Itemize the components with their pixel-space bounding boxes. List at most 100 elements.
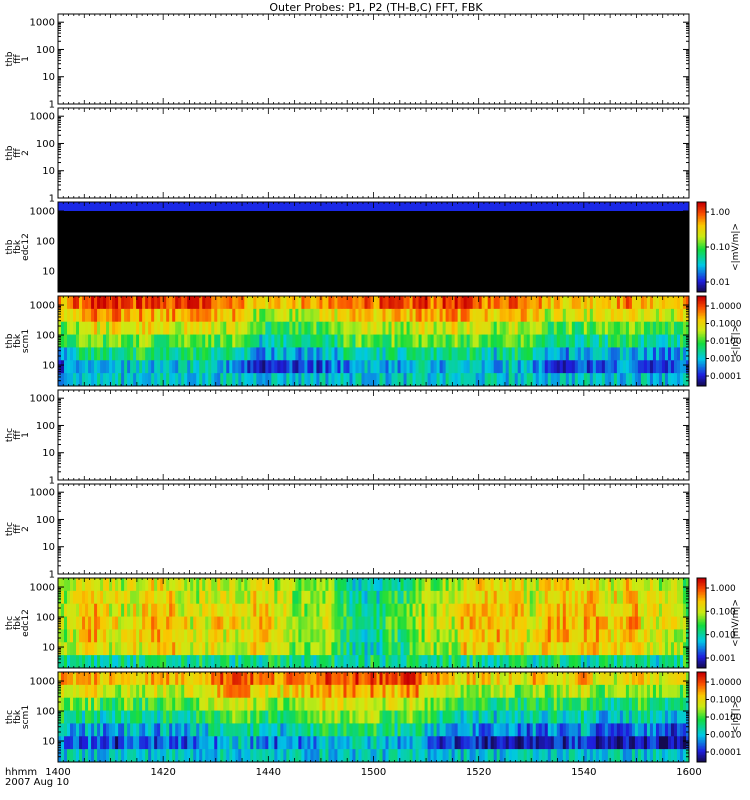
spectrogram-cell xyxy=(82,629,86,643)
spectrogram-cell xyxy=(70,616,74,630)
spectrogram-cell xyxy=(85,578,89,592)
spectrogram-cell xyxy=(64,334,68,348)
spectrogram-cell xyxy=(232,321,236,335)
spectrogram-cell xyxy=(559,308,564,323)
spectrogram-cell xyxy=(445,590,450,605)
spectrogram-cell xyxy=(343,373,347,387)
spectrogram-cell xyxy=(202,590,206,605)
spectrogram-cell xyxy=(169,616,173,630)
spectrogram-cell xyxy=(259,334,263,348)
spectrogram-cell xyxy=(364,296,368,310)
spectrogram-cell xyxy=(235,616,239,630)
spectrogram-cell xyxy=(331,578,335,592)
spectrogram-cell xyxy=(61,616,65,630)
spectrogram-cell xyxy=(223,616,227,630)
spectrogram-cell xyxy=(259,578,263,592)
spectrogram-cell xyxy=(367,347,371,361)
spectrogram-cell xyxy=(655,308,660,323)
spectrogram-cell xyxy=(142,655,146,669)
spectrogram-cell xyxy=(574,578,579,592)
panel-frame xyxy=(57,107,690,199)
spectrogram-cell xyxy=(421,360,425,374)
spectrogram-cell xyxy=(94,347,98,361)
spectrogram-cell xyxy=(127,603,131,617)
spectrogram-cell xyxy=(94,642,98,656)
spectrogram-cell xyxy=(133,655,137,669)
spectrogram-cell xyxy=(463,616,468,630)
spectrogram-cell xyxy=(202,334,206,348)
spectrogram-cell xyxy=(199,590,203,605)
spectrogram-cell xyxy=(610,590,615,605)
spectrogram-cell xyxy=(619,360,624,374)
spectrogram-cell xyxy=(523,321,528,335)
spectrogram-cell xyxy=(205,655,209,669)
spectrogram-cell xyxy=(127,296,131,310)
spectrogram-cell xyxy=(346,308,350,323)
spectrogram-cell xyxy=(478,296,483,310)
spectrogram-cell xyxy=(562,347,567,361)
spectrogram-cell xyxy=(520,360,525,374)
spectrogram-cell xyxy=(499,642,504,656)
spectrogram-cell xyxy=(499,334,504,348)
spectrogram-cell xyxy=(430,629,434,643)
y-tick-label: 10 xyxy=(42,643,55,654)
spectrogram-cell xyxy=(559,334,564,348)
spectrogram-cell xyxy=(592,603,597,617)
spectrogram-cell xyxy=(217,373,221,387)
spectrogram-cell xyxy=(433,347,437,361)
spectrogram-cell xyxy=(544,642,549,656)
spectrogram-cell xyxy=(163,334,167,348)
spectrogram-cell xyxy=(397,629,401,643)
spectrogram-cell xyxy=(223,334,227,348)
spectrogram-cell xyxy=(214,334,218,348)
spectrogram-cell xyxy=(259,590,263,605)
spectrogram-cell xyxy=(559,360,564,374)
spectrogram-cell xyxy=(361,629,365,643)
spectrogram-cell xyxy=(655,629,660,643)
spectrogram-cell xyxy=(616,308,621,323)
spectrogram-cell xyxy=(172,603,176,617)
spectrogram-cell xyxy=(604,590,609,605)
spectrogram-cell xyxy=(265,321,269,335)
spectrogram-cell xyxy=(166,629,170,643)
spectrogram-cell xyxy=(472,642,477,656)
spectrogram-cell xyxy=(385,629,389,643)
spectrogram-cell xyxy=(115,360,119,374)
spectrogram-cell xyxy=(148,578,152,592)
spectrogram-cell xyxy=(589,642,594,656)
spectrogram-cell xyxy=(538,334,543,348)
spectrogram-cell xyxy=(184,347,188,361)
spectrogram-cell xyxy=(454,642,459,656)
spectrogram-cell xyxy=(526,603,531,617)
spectrogram-cell xyxy=(403,334,407,348)
spectrogram-cell xyxy=(625,603,630,617)
spectrogram-cell xyxy=(505,590,510,605)
spectrogram-cell xyxy=(112,308,116,323)
spectrogram-cell xyxy=(196,373,200,387)
spectrogram-cell xyxy=(451,308,456,323)
spectrogram-cell xyxy=(616,642,621,656)
spectrogram-cell xyxy=(91,655,95,669)
spectrogram-cell xyxy=(352,629,356,643)
spectrogram-cell xyxy=(247,296,251,310)
spectrogram-cell xyxy=(328,347,332,361)
spectrogram-cell xyxy=(154,629,158,643)
spectrogram-cell xyxy=(601,360,606,374)
spectrogram-cell xyxy=(541,296,546,310)
spectrogram-cell xyxy=(616,578,621,592)
spectrogram-cell xyxy=(241,347,245,361)
spectrogram-cell xyxy=(655,642,660,656)
spectrogram-cell xyxy=(433,308,437,323)
spectrogram-cell xyxy=(583,296,588,310)
spectrogram-cell xyxy=(346,616,350,630)
spectrogram-cell xyxy=(178,360,182,374)
spectrogram-cell xyxy=(475,590,480,605)
spectrogram-cell xyxy=(355,373,359,387)
spectrogram-cell xyxy=(190,590,194,605)
spectrogram-cell xyxy=(499,321,504,335)
spectrogram-cell xyxy=(352,373,356,387)
spectrogram-cell xyxy=(679,642,684,656)
spectrogram-cell xyxy=(85,603,89,617)
spectrogram-cell xyxy=(295,347,299,361)
spectrogram-cell xyxy=(517,360,522,374)
